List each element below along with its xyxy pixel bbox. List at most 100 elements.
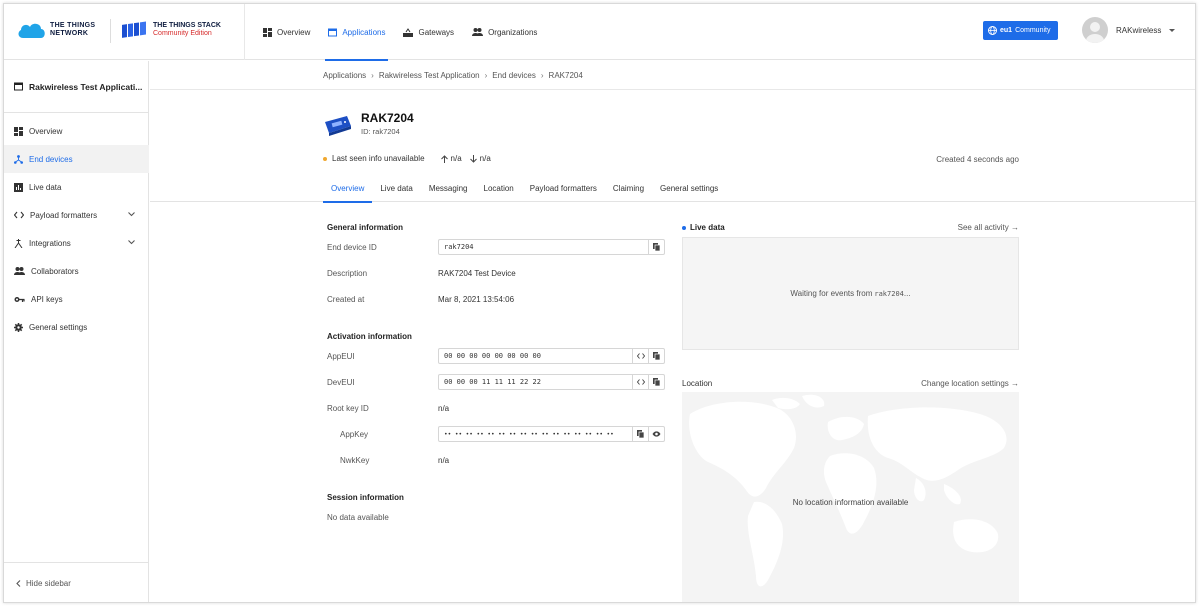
sidebar-item-integrations[interactable]: Integrations	[4, 229, 149, 257]
code-icon	[636, 379, 645, 385]
breadcrumb-device: RAK7204	[548, 71, 583, 80]
copy-button[interactable]	[648, 375, 664, 389]
last-seen-text: Last seen info unavailable	[332, 154, 425, 163]
stack-logo[interactable]: THE THINGS STACK Community Edition	[121, 21, 221, 39]
live-data-title: Live data	[682, 223, 725, 232]
general-info-title: General information	[327, 223, 404, 232]
sidebar-app-title-label: Rakwireless Test Applicati...	[29, 81, 143, 92]
chevron-right-icon: ›	[484, 71, 488, 80]
description-label: Description	[327, 269, 368, 278]
ttn-logo[interactable]: THE THINGS NETWORK	[16, 21, 95, 39]
tab-live-data[interactable]: Live data	[372, 175, 420, 202]
top-header: THE THINGS NETWORK THE THINGS STACK Comm…	[4, 4, 1195, 61]
location-map[interactable]: No location information available	[682, 392, 1019, 602]
tab-payload-formatters[interactable]: Payload formatters	[522, 175, 605, 202]
sidebar-item-end-devices[interactable]: End devices	[4, 145, 149, 173]
main-nav: Overview Applications Gateways Organizat…	[254, 4, 546, 61]
user-name: RAKwireless	[1116, 25, 1162, 35]
globe-icon	[988, 26, 997, 35]
copy-icon	[653, 378, 660, 386]
nav-overview[interactable]: Overview	[254, 4, 319, 60]
see-all-activity-link[interactable]: See all activity →	[950, 223, 1019, 232]
copy-button[interactable]	[648, 349, 664, 363]
copy-icon	[637, 430, 644, 438]
cluster-code: eu1	[1000, 27, 1013, 34]
chevron-down-icon[interactable]	[128, 212, 135, 217]
ttn-logo-line2: NETWORK	[50, 30, 89, 37]
avatar	[1082, 17, 1108, 43]
integrations-icon	[14, 238, 23, 248]
end-device-id-field: rak7204	[438, 239, 665, 255]
description-value: RAK7204 Test Device	[438, 269, 516, 278]
stack-logo-line1: THE THINGS STACK	[153, 22, 221, 29]
sidebar-item-label: Collaborators	[31, 266, 79, 276]
end-device-id-value[interactable]: rak7204	[439, 243, 648, 251]
tab-overview[interactable]: Overview	[323, 175, 373, 203]
sidebar-item-live-data[interactable]: Live data	[4, 173, 149, 201]
appeui-label: AppEUI	[327, 352, 355, 361]
location-title: Location	[682, 379, 713, 388]
tab-messaging[interactable]: Messaging	[421, 175, 476, 202]
toggle-format-button[interactable]	[632, 349, 648, 363]
code-icon	[14, 211, 24, 219]
sidebar-item-label: End devices	[29, 154, 73, 164]
sidebar-item-general-settings[interactable]: General settings	[4, 313, 149, 341]
live-dot-icon	[682, 225, 686, 230]
overview-icon	[14, 126, 23, 136]
tab-location[interactable]: Location	[476, 175, 522, 202]
uplink-value: n/a	[450, 154, 462, 163]
tab-general-settings[interactable]: General settings	[652, 175, 726, 202]
tab-claiming[interactable]: Claiming	[605, 175, 652, 202]
sidebar-list: Overview End devices Live data Payload f…	[4, 117, 149, 341]
created-at-value: Mar 8, 2021 13:54:06	[438, 295, 515, 304]
created-at-label: Created at	[327, 295, 365, 304]
live-waiting-prefix: Waiting for events from	[790, 289, 873, 298]
user-menu[interactable]: RAKwireless	[1082, 17, 1176, 43]
end-devices-icon	[14, 154, 23, 164]
code-icon	[636, 353, 645, 359]
chevron-right-icon: ›	[371, 71, 374, 80]
live-data-icon	[14, 182, 23, 192]
live-data-panel: Waiting for events from rak7204 ...	[682, 237, 1019, 350]
hide-sidebar-button[interactable]: Hide sidebar	[4, 562, 149, 602]
root-key-id-value: n/a	[438, 404, 450, 413]
sidebar-item-overview[interactable]: Overview	[4, 117, 149, 145]
sidebar: Rakwireless Test Applicati... Overview E…	[4, 61, 149, 602]
deveui-value[interactable]: 00 00 00 11 11 11 22 22	[439, 378, 632, 386]
uplink-count: n/a	[440, 154, 462, 163]
header-divider	[244, 4, 245, 60]
show-key-button[interactable]	[648, 427, 664, 441]
sidebar-item-collaborators[interactable]: Collaborators	[4, 257, 149, 285]
nav-organizations[interactable]: Organizations	[463, 4, 546, 60]
appeui-value[interactable]: 00 00 00 00 00 00 00 00	[439, 352, 632, 360]
sidebar-item-api-keys[interactable]: API keys	[4, 285, 149, 313]
created-ago: Created 4 seconds ago	[936, 155, 1019, 164]
copy-button[interactable]	[648, 240, 664, 254]
device-id: ID: rak7204	[361, 127, 400, 136]
toggle-format-button[interactable]	[632, 375, 648, 389]
chevron-down-icon[interactable]	[128, 240, 135, 245]
breadcrumb: Applications › Rakwireless Test Applicat…	[323, 71, 583, 80]
breadcrumb-bar: Applications › Rakwireless Test Applicat…	[150, 61, 1195, 90]
copy-icon	[653, 352, 660, 360]
nav-gateways-label: Gateways	[418, 27, 455, 37]
appkey-value[interactable]: •• •• •• •• •• •• •• •• •• •• •• •• •• •…	[439, 431, 632, 438]
nav-overview-label: Overview	[277, 27, 311, 37]
breadcrumb-end-devices[interactable]: End devices	[492, 71, 536, 80]
no-location-message: No location information available	[792, 498, 909, 507]
copy-button[interactable]	[632, 427, 648, 441]
sidebar-app-title[interactable]: Rakwireless Test Applicati...	[4, 61, 149, 113]
breadcrumb-applications[interactable]: Applications	[323, 71, 366, 80]
change-location-link[interactable]: Change location settings →	[890, 379, 1019, 388]
activation-info-title: Activation information	[327, 332, 412, 341]
nav-applications[interactable]: Applications	[319, 4, 394, 61]
cluster-button[interactable]: eu1 Community	[983, 21, 1058, 40]
sidebar-item-label: Overview	[29, 126, 63, 136]
nav-gateways[interactable]: Gateways	[394, 4, 463, 60]
live-data-title-label: Live data	[690, 223, 725, 232]
breadcrumb-application[interactable]: Rakwireless Test Application	[379, 71, 480, 80]
chevron-left-icon	[16, 580, 21, 587]
chevron-right-icon: ›	[540, 71, 544, 80]
sidebar-item-label: Live data	[29, 182, 62, 192]
sidebar-item-payload-formatters[interactable]: Payload formatters	[4, 201, 149, 229]
